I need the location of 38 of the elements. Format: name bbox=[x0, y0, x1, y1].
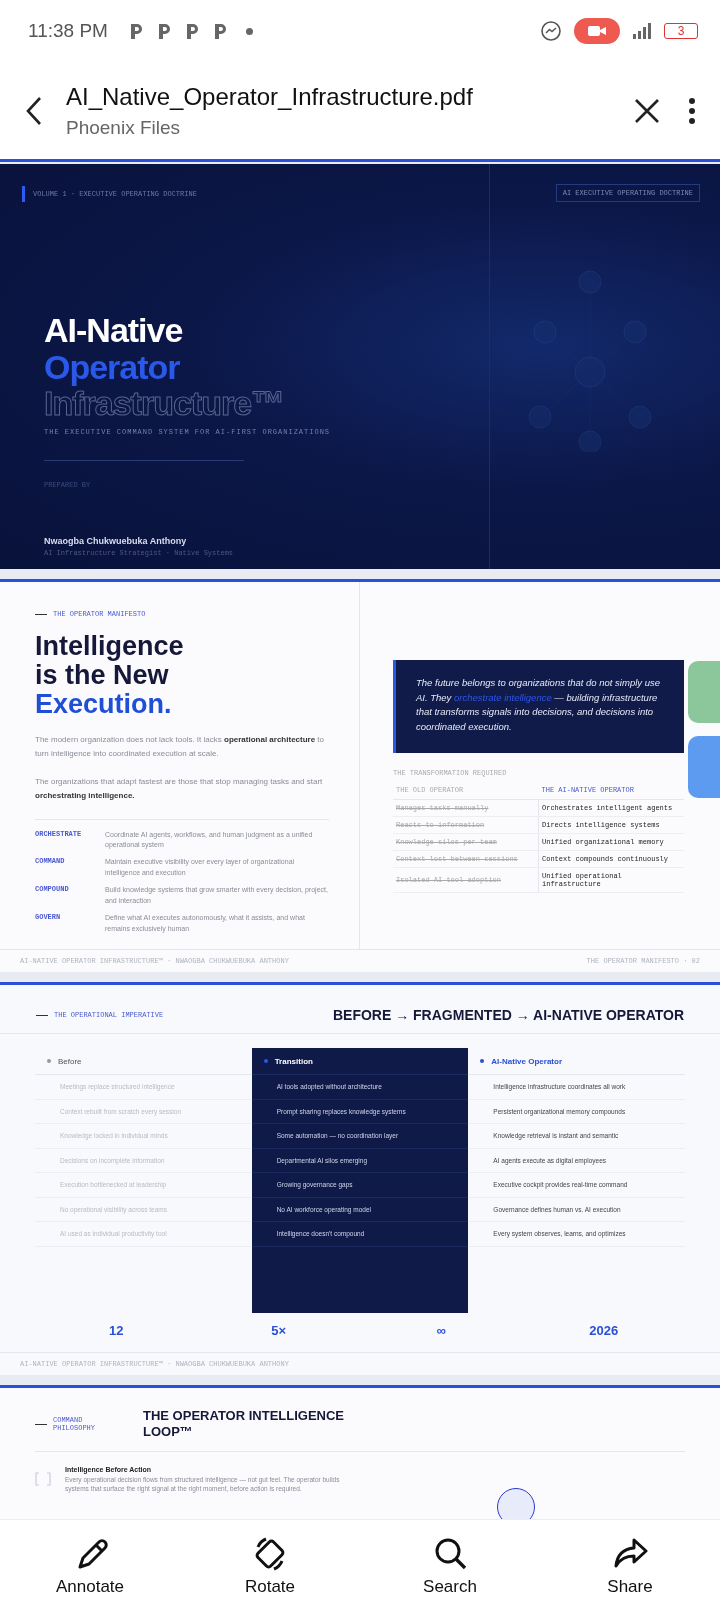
bullet-dot bbox=[480, 1059, 485, 1063]
column-title: Transition bbox=[274, 1056, 313, 1066]
toolbar-button[interactable]: Annotate bbox=[20, 1534, 160, 1598]
cover-title: AI-Native bbox=[44, 312, 184, 349]
notification-dot bbox=[245, 27, 253, 35]
video-camera-icon bbox=[588, 25, 606, 37]
bullet-dot bbox=[47, 1059, 51, 1063]
column-title: Before bbox=[58, 1056, 82, 1066]
body-paragraph: The organizations that adapt fastest are those that stop managing tasks and start orchestrating intelligence. bbox=[35, 775, 324, 802]
quote-block: The future belongs to organizations that do not simply use AI. They orchestrate intelligence — building infrastructure that transforms signals into decisions, and decisions into coordinated execution. bbox=[393, 660, 684, 753]
more-options-icon bbox=[688, 96, 696, 125]
author-name: Nwaogba Chukwuebuka Anthony bbox=[44, 536, 188, 546]
toolbar-button[interactable]: Rotate bbox=[200, 1534, 340, 1598]
battery-level: 3 bbox=[664, 23, 698, 39]
heading-line: is the New bbox=[35, 660, 169, 690]
stat-value: 5× bbox=[270, 1323, 288, 1338]
document-title: AI_Native_Operator_Infrastructure.pdf bbox=[66, 82, 474, 111]
stat-value: 2026 bbox=[588, 1323, 620, 1338]
cover-title: Operator bbox=[44, 348, 181, 386]
signal-icon bbox=[632, 22, 652, 40]
back-icon bbox=[26, 95, 42, 126]
heading-line: Execution. bbox=[35, 689, 173, 719]
toolbar-button[interactable]: Search bbox=[380, 1534, 520, 1598]
toolbar-button[interactable]: Share bbox=[560, 1534, 700, 1598]
document-source: Phoenix Files bbox=[66, 116, 182, 139]
status-time: 11:38 PM bbox=[28, 20, 108, 42]
bullet-dot bbox=[263, 1059, 268, 1063]
messenger-icon bbox=[540, 20, 562, 42]
section-heading: THE OPERATOR INTELLIGENCE LOOP™ bbox=[143, 1408, 346, 1441]
body-paragraph: The modern organization does not lack tools. It lacks operational architecture to turn intelligence into coordinated execution at scale. bbox=[35, 733, 326, 760]
cover-title: Infrastructure™ bbox=[44, 385, 286, 423]
section-heading: BEFORE → FRAGMENTED → AI-NATIVE OPERATOR bbox=[332, 1007, 684, 1023]
column-title: AI-Native Operator bbox=[491, 1056, 563, 1066]
close-icon bbox=[634, 97, 660, 124]
heading-line: Intelligence bbox=[35, 632, 185, 661]
stat-value: ∞ bbox=[435, 1323, 447, 1338]
bracket-icon bbox=[35, 1471, 51, 1486]
stat-value: 12 bbox=[108, 1323, 125, 1338]
